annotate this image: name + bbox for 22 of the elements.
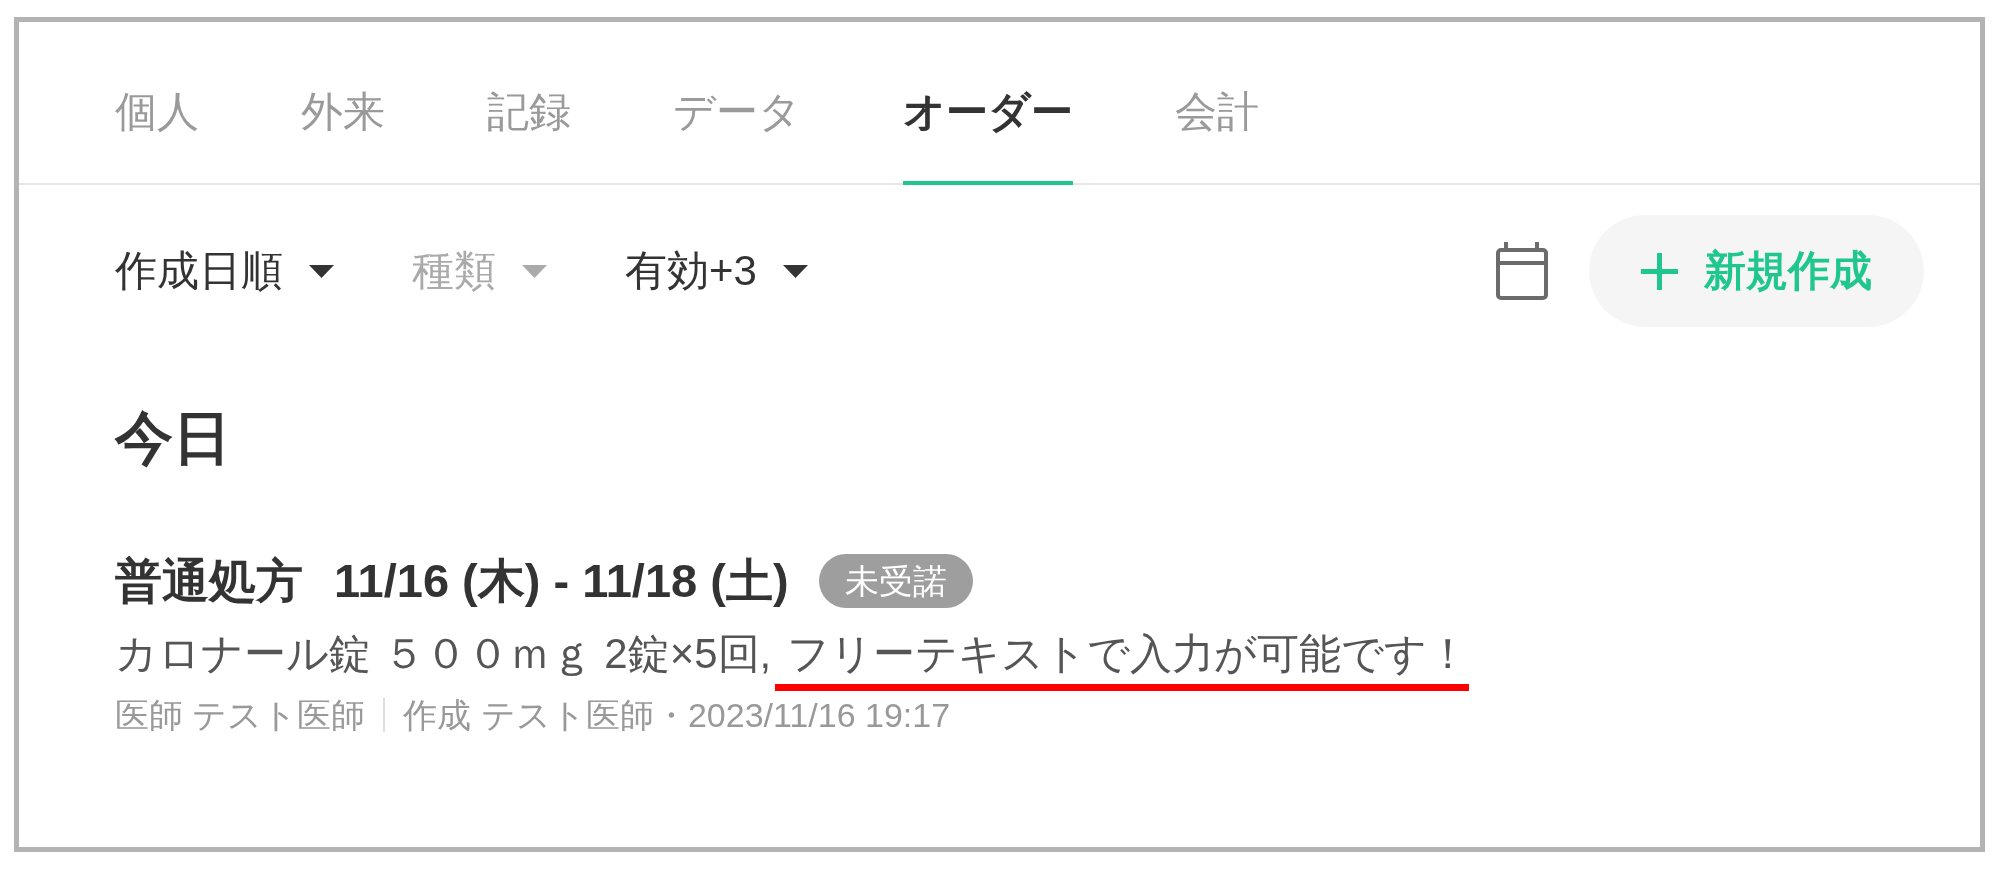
medication-text: カロナール錠 ５００ｍｇ 2錠×5回, xyxy=(115,629,772,679)
doctor-text: 医師 テスト医師 xyxy=(115,695,366,736)
order-type: 普通処方 xyxy=(115,553,303,609)
tab[interactable]: 会計 xyxy=(1175,57,1259,185)
tab[interactable]: データ xyxy=(673,57,801,185)
day-heading: 今日 xyxy=(115,404,232,472)
caret-icon xyxy=(782,264,808,278)
caret-icon xyxy=(309,264,334,278)
filter-dropdown[interactable]: 作成日順 xyxy=(115,246,334,296)
free-text-comment: フリーテキストで入力が可能です！ xyxy=(787,629,1470,679)
caret-icon xyxy=(522,264,547,278)
status-badge: 未受諾 xyxy=(818,554,973,608)
tab[interactable]: 個人 xyxy=(115,57,199,185)
created-text: 作成 テスト医師・2023/11/16 19:17 xyxy=(403,695,951,736)
order-period: 11/16 (木) - 11/18 (土) xyxy=(334,553,789,609)
calendar-icon[interactable] xyxy=(1496,242,1548,300)
filter-dropdown[interactable]: 有効+3 xyxy=(625,246,808,296)
tab[interactable]: オーダー xyxy=(903,57,1073,185)
tab[interactable]: 外来 xyxy=(301,57,385,185)
plus-icon xyxy=(1641,252,1678,290)
new-button[interactable]: 新規作成 xyxy=(1589,215,1924,327)
tab[interactable]: 記録 xyxy=(487,57,571,185)
